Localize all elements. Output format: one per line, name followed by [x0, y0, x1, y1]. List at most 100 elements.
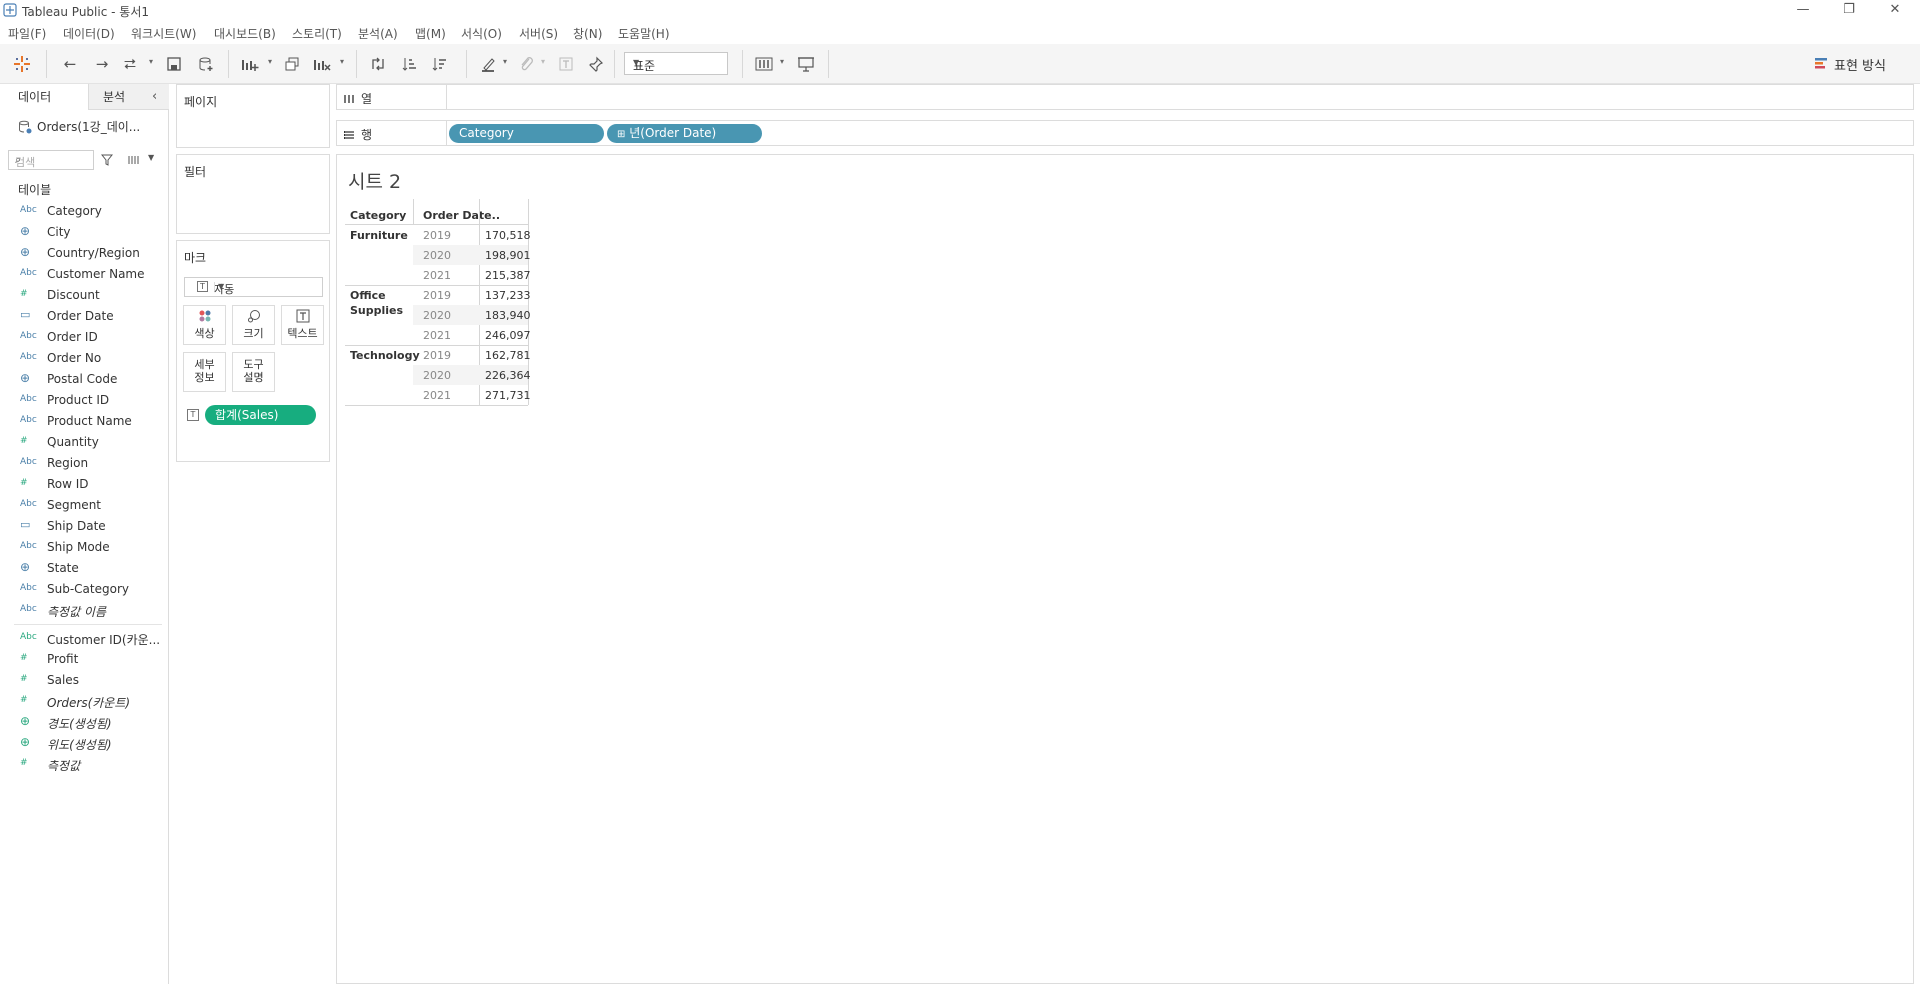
field-dimensions[interactable]: # Row ID [0, 474, 168, 495]
field-dimensions[interactable]: Abc Segment [0, 495, 168, 516]
sort-desc-icon[interactable] [428, 52, 452, 76]
sales-value[interactable]: 170,518 [485, 229, 531, 242]
sales-value[interactable]: 226,364 [485, 369, 531, 382]
fit-select[interactable]: 표준 ▼ [624, 52, 728, 75]
year-header[interactable]: 2019 [423, 349, 451, 362]
field-dimensions[interactable]: # Quantity [0, 432, 168, 453]
color-button[interactable]: 색상 [183, 305, 226, 345]
field-measures[interactable]: Abc Customer ID(카운... [0, 628, 168, 649]
pin-icon[interactable] [584, 52, 608, 76]
filters-card[interactable]: 필터 [176, 154, 330, 234]
field-dimensions[interactable]: ⊕ State [0, 558, 168, 579]
columns-shelf[interactable]: 열 [336, 84, 1914, 110]
label-icon[interactable] [554, 52, 578, 76]
chevron-down-icon[interactable]: ▾ [503, 57, 507, 66]
category-pill[interactable]: Category [449, 124, 604, 143]
sales-value[interactable]: 137,233 [485, 289, 531, 302]
field-dimensions[interactable]: Abc Category [0, 201, 168, 222]
group-icon[interactable] [514, 52, 538, 76]
header-order-date[interactable]: Order Date.. [423, 209, 500, 222]
field-dimensions[interactable]: Abc Order No [0, 348, 168, 369]
duplicate-icon[interactable] [280, 52, 304, 76]
menu-server[interactable]: 서버(S) [519, 25, 558, 42]
chevron-down-icon[interactable]: ▾ [780, 57, 784, 66]
swap-icon[interactable] [366, 52, 390, 76]
field-dimensions[interactable]: Abc 측정값 이름 [0, 600, 168, 621]
year-header[interactable]: 2021 [423, 329, 451, 342]
year-order-date-pill[interactable]: ⊞ 년(Order Date) [607, 124, 762, 143]
field-dimensions[interactable]: Abc Sub-Category [0, 579, 168, 600]
field-measures[interactable]: # Profit [0, 649, 168, 670]
field-dimensions[interactable]: Abc Product Name [0, 411, 168, 432]
menu-format[interactable]: 서식(O) [461, 25, 502, 42]
category-header[interactable]: Office Supplies [350, 288, 420, 318]
menu-analysis[interactable]: 분석(A) [358, 25, 398, 42]
sort-asc-icon[interactable] [398, 52, 422, 76]
sales-value[interactable]: 215,387 [485, 269, 531, 282]
label-button[interactable]: 텍스트 [281, 305, 324, 345]
menu-map[interactable]: 맵(M) [415, 25, 446, 42]
tooltip-button[interactable]: 도구 설명 [232, 352, 275, 392]
sales-value[interactable]: 183,940 [485, 309, 531, 322]
field-dimensions[interactable]: ▭ Ship Date [0, 516, 168, 537]
save-icon[interactable] [162, 52, 186, 76]
sales-value[interactable]: 271,731 [485, 389, 531, 402]
chevron-down-icon[interactable]: ▼ [148, 153, 154, 162]
tableau-logo-icon[interactable] [10, 52, 34, 76]
menu-worksheet[interactable]: 워크시트(W) [131, 25, 196, 42]
field-measures[interactable]: # Sales [0, 670, 168, 691]
field-dimensions[interactable]: Abc Product ID [0, 390, 168, 411]
new-worksheet-icon[interactable] [238, 52, 262, 76]
close-button[interactable]: ✕ [1872, 0, 1918, 22]
field-dimensions[interactable]: ⊕ Postal Code [0, 369, 168, 390]
show-me-button[interactable]: 표현 방식 [1814, 54, 1886, 74]
datasource-item[interactable]: Orders(1강_데이... [18, 118, 140, 135]
field-dimensions[interactable]: Abc Region [0, 453, 168, 474]
menu-dashboard[interactable]: 대시보드(B) [214, 25, 276, 42]
year-header[interactable]: 2020 [423, 249, 451, 262]
year-header[interactable]: 2019 [423, 229, 451, 242]
field-dimensions[interactable]: ⊕ City [0, 222, 168, 243]
minimize-button[interactable]: — [1780, 0, 1826, 22]
view-options-icon[interactable] [128, 155, 140, 165]
tab-data[interactable]: 데이터 [0, 84, 88, 110]
menu-file[interactable]: 파일(F) [8, 25, 46, 42]
chevron-down-icon[interactable]: ▾ [541, 57, 545, 66]
year-header[interactable]: 2020 [423, 369, 451, 382]
mark-type-select[interactable]: T 자동 ▼ [184, 277, 323, 297]
field-dimensions[interactable]: Abc Ship Mode [0, 537, 168, 558]
field-measures[interactable]: # 측정값 [0, 754, 168, 775]
menu-data[interactable]: 데이터(D) [63, 25, 115, 42]
menu-help[interactable]: 도움말(H) [618, 25, 670, 42]
field-dimensions[interactable]: ⊕ Country/Region [0, 243, 168, 264]
field-dimensions[interactable]: Abc Customer Name [0, 264, 168, 285]
redo-icon[interactable]: → [90, 52, 114, 76]
year-header[interactable]: 2019 [423, 289, 451, 302]
category-header[interactable]: Technology [350, 348, 420, 363]
highlight-icon[interactable] [476, 52, 500, 76]
restore-button[interactable]: ❐ [1826, 0, 1872, 22]
sales-value[interactable]: 162,781 [485, 349, 531, 362]
header-category[interactable]: Category [350, 209, 406, 222]
sum-sales-pill[interactable]: 합계(Sales) [205, 405, 316, 425]
year-header[interactable]: 2021 [423, 269, 451, 282]
sales-value[interactable]: 246,097 [485, 329, 531, 342]
size-button[interactable]: 크기 [232, 305, 275, 345]
sales-value[interactable]: 198,901 [485, 249, 531, 262]
field-measures[interactable]: ⊕ 경도(생성됨) [0, 712, 168, 733]
show-cards-icon[interactable] [752, 52, 776, 76]
replay-icon[interactable]: ⮂ [118, 52, 142, 76]
collapse-icon[interactable]: ‹ [152, 89, 157, 104]
year-header[interactable]: 2021 [423, 389, 451, 402]
rows-shelf[interactable]: 행 Category ⊞ 년(Order Date) [336, 120, 1914, 146]
search-input[interactable]: 검색 ⌕ [8, 150, 94, 170]
field-dimensions[interactable]: Abc Order ID [0, 327, 168, 348]
pages-card[interactable]: 페이지 [176, 84, 330, 148]
detail-button[interactable]: 세부 정보 [183, 352, 226, 392]
chevron-down-icon[interactable]: ▾ [268, 57, 272, 66]
category-header[interactable]: Furniture [350, 228, 420, 243]
menu-window[interactable]: 창(N) [573, 25, 602, 42]
chevron-down-icon[interactable]: ▾ [340, 57, 344, 66]
undo-icon[interactable]: ← [58, 52, 82, 76]
clear-icon[interactable] [310, 52, 334, 76]
